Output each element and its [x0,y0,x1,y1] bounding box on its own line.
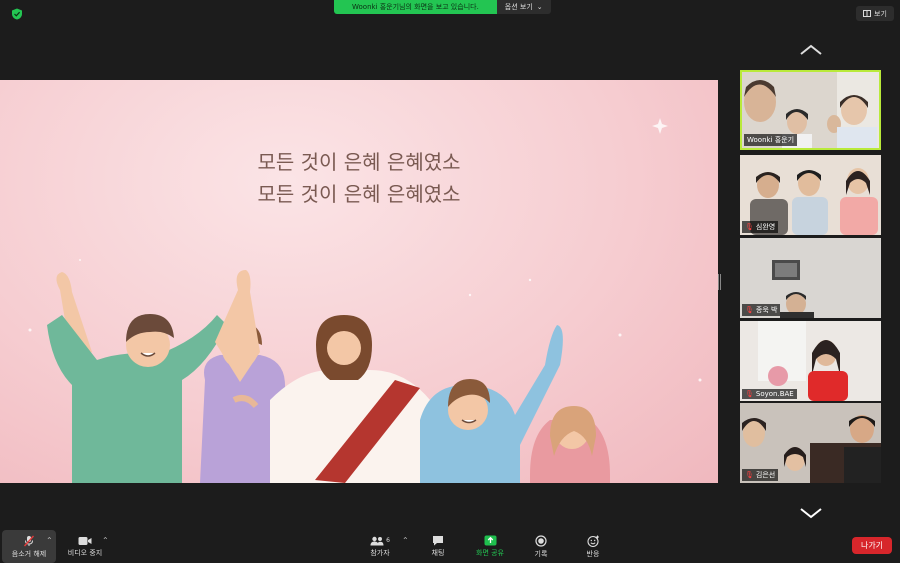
participant-name-tag: Woonki 홍운기 [744,134,798,146]
view-options-dropdown[interactable]: 옵션 보기 ⌄ [496,0,551,14]
muted-mic-icon: 🎙︎ [745,390,754,398]
grid-view-icon [863,10,872,17]
participant-name: 심완영 [755,223,776,231]
participant-name-tag: 🎙︎ 김은선 [742,469,779,481]
participants-button[interactable]: 6 참가자 [364,530,396,563]
view-button[interactable]: 보기 [856,6,894,21]
muted-mic-icon: 🎙︎ [745,471,754,479]
person-pink-shirt [530,406,610,483]
muted-microphone-icon [23,535,35,546]
participants-options-caret-icon[interactable]: ⌃ [402,536,409,545]
audio-options-caret-icon[interactable]: ⌃ [46,536,53,545]
participant-tile[interactable]: 🎙︎ 심완영 [740,155,881,235]
leave-label: 나가기 [860,541,884,550]
share-screen-label: 화면 공유 [476,549,504,557]
reactions-button[interactable]: 반응 [580,530,606,563]
stop-video-label: 비디오 중지 [67,548,103,557]
participants-count: 6 [386,537,390,544]
leave-meeting-button[interactable]: 나가기 [852,537,892,554]
record-icon [535,534,547,547]
chat-bubble-icon [433,536,443,546]
video-options-caret-icon[interactable]: ⌃ [102,536,109,545]
participants-icon [370,536,384,545]
shared-screen-content[interactable]: 모든 것이 은혜 은혜였소 모든 것이 은혜 은혜였소 [0,80,718,483]
zoom-meeting-window: Woonki 홍운기님의 화면을 보고 있습니다. 옵션 보기 ⌄ 보기 모든 … [0,0,900,563]
slide-lyric-line-2: 모든 것이 은혜 은혜였소 [257,182,461,206]
emoji-plus-icon [586,535,599,547]
view-button-label: 보기 [874,9,887,18]
unmute-button[interactable]: 음소거 해제 [2,530,56,563]
chevron-down-icon[interactable] [799,507,823,519]
stop-video-button[interactable]: 비디오 중지 [62,530,108,563]
chat-label: 채팅 [431,549,445,557]
share-screen-button[interactable]: 화면 공유 [472,530,508,563]
participant-name-tag: 🎙︎ 심완영 [742,221,779,233]
record-label: 기록 [534,549,548,558]
chevron-down-icon: ⌄ [536,3,543,11]
muted-mic-icon: 🎙︎ [745,306,754,314]
participant-tile[interactable]: 🎙︎ 김은선 [740,403,881,483]
split-resize-handle[interactable] [718,274,721,290]
slide-lyrics: 모든 것이 은혜 은혜였소 모든 것이 은혜 은혜였소 [0,146,718,210]
security-shield-icon[interactable] [11,8,23,20]
slide-illustration [28,118,702,483]
participant-name: 김은선 [755,471,776,479]
meeting-toolbar: 음소거 해제 ⌃ 비디오 중지 ⌃ 6 참가자 ⌃ 채팅 화면 공유 기록 반응 [0,530,900,563]
participant-name-tag: 🎙︎ 종욱 박 [742,304,781,316]
participant-name: Woonki 홍운기 [747,136,795,144]
participant-tile[interactable]: 🎙︎ 종욱 박 [740,238,881,318]
share-status-text: Woonki 홍운기님의 화면을 보고 있습니다. [334,0,497,14]
video-camera-icon [78,536,92,545]
slide-lyric-line-1: 모든 것이 은혜 은혜였소 [257,150,461,174]
participant-tile[interactable]: Woonki 홍운기 [740,70,881,150]
record-button[interactable]: 기록 [528,530,554,563]
muted-mic-icon: 🎙︎ [745,223,754,231]
reactions-label: 반응 [586,549,600,558]
chat-button[interactable]: 채팅 [424,530,452,563]
view-options-label: 옵션 보기 [504,3,533,11]
participant-name: 종욱 박 [755,306,778,314]
person-green-shirt [47,272,227,483]
chevron-up-icon[interactable] [799,44,823,56]
participant-name-tag: 🎙︎ Soyon.BAE [742,389,797,399]
participant-tile[interactable]: 🎙︎ Soyon.BAE [740,321,881,401]
share-screen-icon [484,535,496,546]
participants-label: 참가자 [370,548,390,557]
screen-share-banner: Woonki 홍운기님의 화면을 보고 있습니다. 옵션 보기 ⌄ [334,0,551,14]
participant-name: Soyon.BAE [755,390,794,398]
unmute-label: 음소거 해제 [11,549,47,558]
